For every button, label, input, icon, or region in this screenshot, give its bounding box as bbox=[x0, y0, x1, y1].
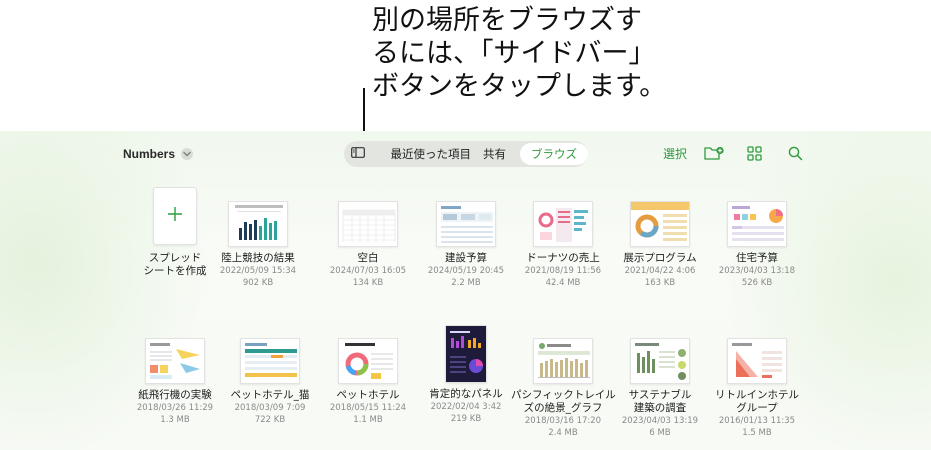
doc-thumbnail bbox=[145, 338, 205, 384]
doc-date: 2021/08/19 11:56 bbox=[524, 266, 602, 276]
app-title-menu[interactable]: Numbers bbox=[123, 147, 194, 161]
document-tile[interactable]: 陸上競技の結果 2022/05/09 15:34 902 KB bbox=[206, 201, 310, 289]
document-tile[interactable]: サステナブル 建築の調査 2023/04/03 13:19 6 MB bbox=[608, 338, 712, 439]
doc-name: ドーナツの売上 bbox=[526, 252, 600, 264]
chevron-down-icon bbox=[181, 148, 194, 160]
doc-date: 2024/05/19 20:45 bbox=[427, 266, 505, 276]
doc-name: ペットホテル bbox=[336, 389, 400, 401]
new-spreadsheet-thumb bbox=[153, 187, 197, 245]
new-folder-icon[interactable] bbox=[704, 146, 724, 161]
doc-size: 1.5 MB bbox=[742, 428, 772, 438]
document-tile[interactable]: ペットホテル 2018/05/15 11:24 1.1 MB bbox=[316, 338, 420, 426]
callout-line-2: るには、「サイドバー」 bbox=[372, 38, 656, 69]
document-tile[interactable]: 住宅予算 2023/04/03 13:18 526 KB bbox=[705, 201, 809, 289]
tab-recent[interactable]: 最近使った項目 bbox=[385, 143, 478, 165]
doc-date: 2018/03/09 7:09 bbox=[234, 403, 306, 413]
doc-name: リトルインホテル bbox=[715, 389, 799, 401]
doc-thumbnail bbox=[338, 201, 398, 247]
grid-view-icon[interactable] bbox=[747, 146, 762, 161]
doc-thumbnail bbox=[630, 338, 690, 384]
document-tile[interactable]: ドーナツの売上 2021/08/19 11:56 42.4 MB bbox=[511, 201, 615, 289]
doc-name: 空白 bbox=[357, 252, 379, 264]
document-tile[interactable]: 空白 2024/07/03 16:05 134 KB bbox=[316, 201, 420, 289]
document-tile[interactable]: ペットホテル_猫 2018/03/09 7:09 722 KB bbox=[218, 338, 322, 426]
plus-icon bbox=[167, 206, 183, 227]
doc-date: 2022/05/09 15:34 bbox=[219, 266, 297, 276]
doc-name: 展示プログラム bbox=[623, 252, 697, 264]
doc-size: 134 KB bbox=[352, 278, 384, 288]
document-tile[interactable]: リトルインホテル グループ 2016/01/13 11:35 1.5 MB bbox=[705, 338, 809, 439]
sidebar-icon bbox=[351, 145, 366, 163]
callout-line-1: 別の場所をブラウズす bbox=[372, 5, 642, 36]
doc-thumbnail bbox=[533, 338, 593, 384]
doc-date: 2018/03/26 11:29 bbox=[136, 403, 214, 413]
doc-thumbnail bbox=[727, 201, 787, 247]
search-icon[interactable] bbox=[788, 146, 803, 161]
doc-thumbnail bbox=[436, 201, 496, 247]
doc-name-line2: グループ bbox=[736, 402, 778, 414]
doc-thumbnail bbox=[445, 325, 487, 383]
doc-name: 陸上競技の結果 bbox=[221, 252, 295, 264]
doc-name: パシフィックトレイル bbox=[511, 389, 616, 401]
doc-date: 2022/02/04 3:42 bbox=[430, 402, 502, 412]
tab-browse[interactable]: ブラウズ bbox=[520, 143, 588, 165]
document-tile[interactable]: 展示プログラム 2021/04/22 4:06 163 KB bbox=[608, 201, 712, 289]
sidebar-button[interactable] bbox=[344, 141, 373, 167]
app-title: Numbers bbox=[123, 147, 176, 161]
callout-line-3: ボタンをタップします。 bbox=[372, 71, 667, 102]
tab-shared[interactable]: 共有 bbox=[477, 143, 512, 165]
doc-thumbnail bbox=[338, 338, 398, 384]
doc-date: 2016/01/13 11:35 bbox=[718, 416, 796, 426]
doc-date: 2021/04/22 4:06 bbox=[624, 266, 696, 276]
document-tile[interactable]: 肯定的なパネル 2022/02/04 3:42 219 KB bbox=[414, 325, 518, 425]
doc-date: 2018/05/15 11:24 bbox=[329, 403, 407, 413]
doc-size: 1.3 MB bbox=[160, 415, 190, 425]
doc-size: 1.1 MB bbox=[353, 415, 383, 425]
doc-date: 2024/07/03 16:05 bbox=[329, 266, 407, 276]
doc-size: 526 KB bbox=[741, 278, 773, 288]
document-tile[interactable]: パシフィックトレイル ズの絶景_グラフ 2018/03/16 17:20 2.4… bbox=[511, 338, 616, 439]
doc-size: 163 KB bbox=[644, 278, 676, 288]
doc-name-line2: ズの絶景_グラフ bbox=[523, 402, 603, 414]
doc-size: 2.4 MB bbox=[548, 428, 578, 438]
doc-date: 2023/04/03 13:19 bbox=[621, 416, 699, 426]
doc-thumbnail bbox=[630, 201, 690, 247]
toolbar-right: 選択 bbox=[663, 145, 803, 162]
select-button[interactable]: 選択 bbox=[663, 145, 687, 162]
doc-thumbnail bbox=[727, 338, 787, 384]
doc-date: 2018/03/16 17:20 bbox=[524, 416, 602, 426]
doc-size: 722 KB bbox=[254, 415, 286, 425]
view-segmented-control: 最近使った項目 共有 ブラウズ bbox=[344, 141, 588, 167]
doc-date: 2023/04/03 13:18 bbox=[718, 266, 796, 276]
doc-size: 2.2 MB bbox=[451, 278, 481, 288]
doc-size: 6 MB bbox=[649, 428, 671, 438]
doc-thumbnail bbox=[533, 201, 593, 247]
doc-name: サステナブル bbox=[628, 389, 692, 401]
document-tile[interactable]: 建設予算 2024/05/19 20:45 2.2 MB bbox=[414, 201, 518, 289]
doc-size: 219 KB bbox=[450, 414, 482, 424]
doc-name: ペットホテル_猫 bbox=[230, 389, 310, 401]
doc-name: 建設予算 bbox=[445, 252, 487, 264]
document-tile[interactable]: 紙飛行機の実験 2018/03/26 11:29 1.3 MB bbox=[123, 338, 227, 426]
doc-size: 902 KB bbox=[242, 278, 274, 288]
doc-name-line2: 建築の調査 bbox=[633, 402, 687, 414]
doc-name: 紙飛行機の実験 bbox=[138, 389, 212, 401]
document-browser: Numbers 最近使った項目 共有 ブラウズ 選択 スプレッド シートを作成 … bbox=[0, 131, 931, 450]
doc-name: 肯定的なパネル bbox=[429, 388, 503, 400]
doc-name: 住宅予算 bbox=[736, 252, 778, 264]
doc-thumbnail bbox=[240, 338, 300, 384]
callout-text: 別の場所をブラウズす るには、「サイドバー」 ボタンをタップします。 bbox=[372, 4, 672, 103]
doc-size: 42.4 MB bbox=[545, 278, 581, 288]
doc-thumbnail bbox=[228, 201, 288, 247]
